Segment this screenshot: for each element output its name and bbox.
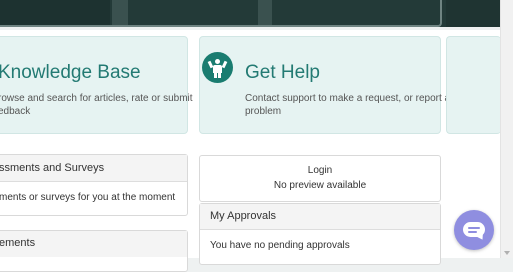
knowledge-base-title[interactable]: Knowledge Base	[0, 62, 141, 84]
approvals-empty-message: You have no pending approvals	[210, 240, 350, 251]
get-help-description-2: problem	[245, 106, 282, 117]
get-help-card[interactable]	[199, 36, 441, 134]
scroll-down-arrow-icon[interactable]	[504, 251, 510, 255]
approvals-header-label: My Approvals	[210, 210, 277, 222]
knowledge-base-description: rowse and search for articles, rate or s…	[0, 93, 193, 104]
assessments-empty-message: ments or surveys for you at the moment	[0, 192, 176, 203]
knowledge-base-description-2: edback	[0, 106, 31, 117]
chat-button[interactable]	[454, 210, 494, 250]
login-preview-message: No preview available	[273, 180, 367, 191]
hero-right-pane	[446, 0, 500, 27]
announcements-header-label: ements	[0, 237, 36, 249]
knowledge-base-card[interactable]	[0, 36, 188, 134]
login-preview-title: Login	[307, 165, 333, 176]
get-help-description: Contact support to make a request, or re…	[245, 93, 451, 104]
person-help-icon	[202, 52, 233, 83]
get-help-title[interactable]: Get Help	[245, 62, 320, 84]
assessments-header-label: ssments and Surveys	[0, 162, 105, 174]
side-card	[446, 36, 501, 134]
vertical-scrollbar[interactable]	[500, 0, 513, 258]
login-preview-panel[interactable]	[199, 155, 441, 202]
hero-banner	[0, 0, 500, 27]
hero-search-frame	[0, 0, 442, 27]
